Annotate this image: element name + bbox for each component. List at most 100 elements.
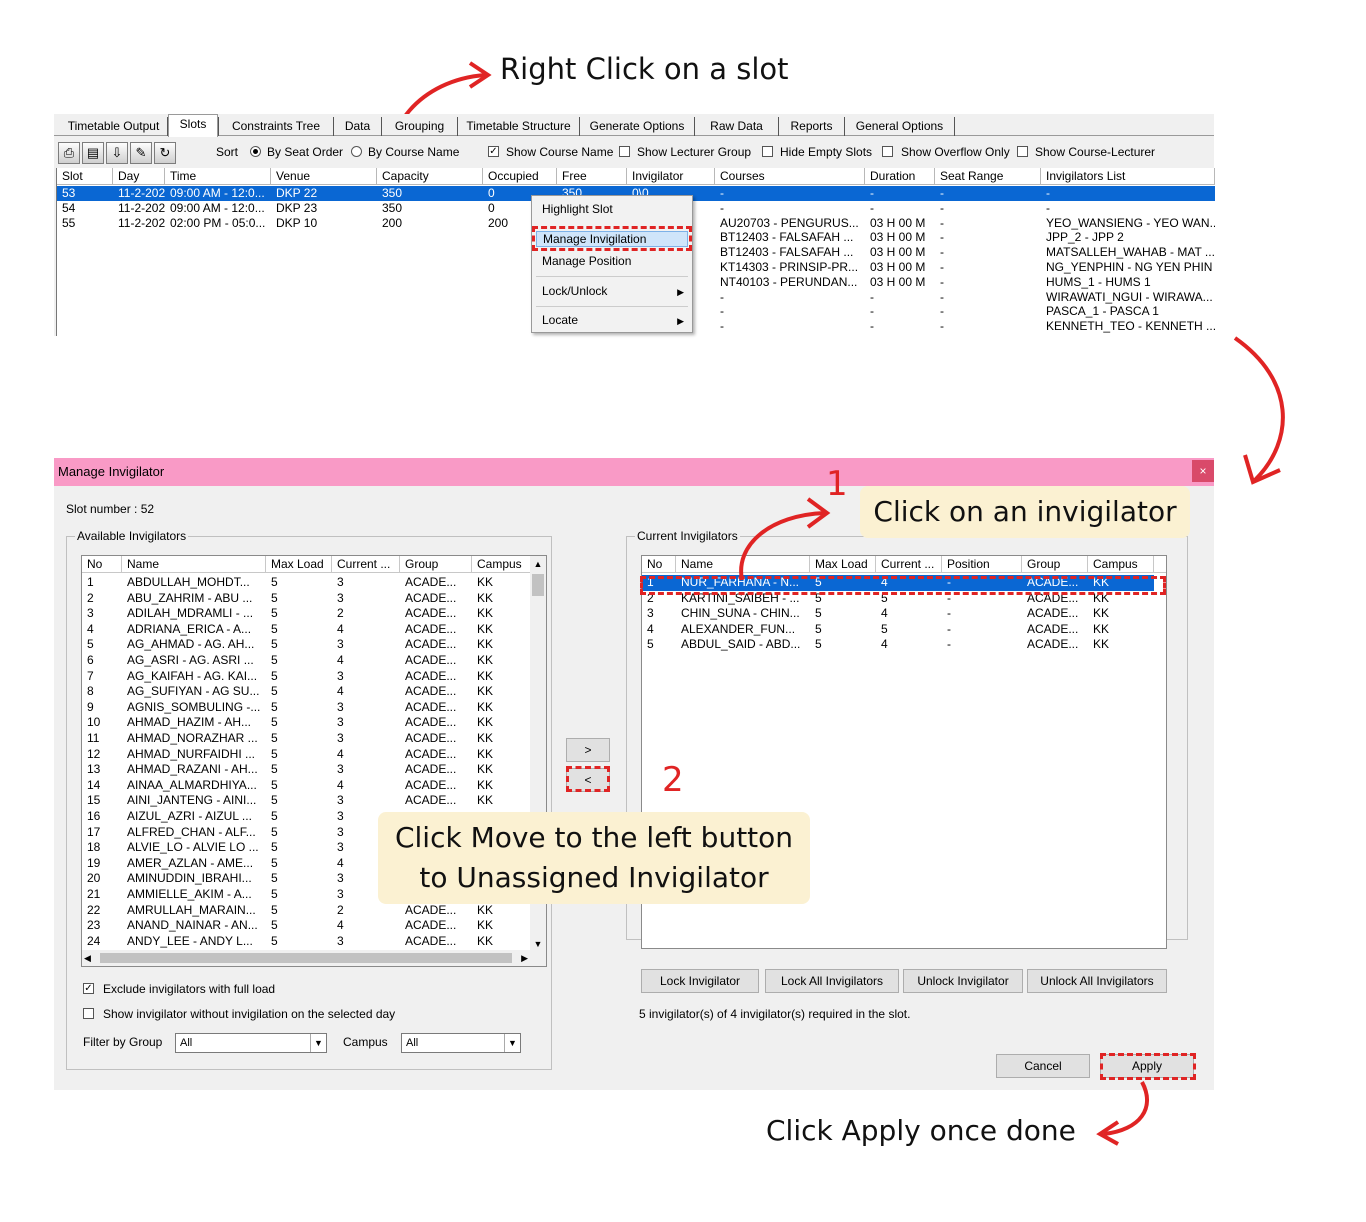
tab-slots[interactable]: Slots <box>168 114 218 137</box>
scroll-left-icon[interactable]: ◀ <box>84 950 91 966</box>
available-col-header[interactable]: Campus <box>472 556 532 573</box>
available-invigilator-row[interactable]: 2 ABU_ZAHRIM - ABU ... 5 3 ACADE... KK <box>82 591 532 607</box>
available-cell: 3 <box>87 606 94 621</box>
available-invigilator-row[interactable]: 24 ANDY_LEE - ANDY L... 5 3 ACADE... KK <box>82 934 532 950</box>
refresh-icon[interactable]: ↻ <box>154 142 176 164</box>
available-invigilator-row[interactable]: 15 AINI_JANTENG - AINI... 5 3 ACADE... KK <box>82 793 532 809</box>
available-invigilator-row[interactable]: 5 AG_AHMAD - AG. AH... 5 3 ACADE... KK <box>82 637 532 653</box>
available-invigilator-row[interactable]: 3 ADILAH_MDRAMLI - ... 5 2 ACADE... KK <box>82 606 532 622</box>
current-col-header[interactable]: No <box>642 556 676 573</box>
group-filter-select[interactable]: All ▼ <box>175 1033 327 1053</box>
scroll-thumb[interactable] <box>532 574 544 596</box>
current-col-header[interactable]: Current ... <box>876 556 942 573</box>
print-preview-icon[interactable]: ▤ <box>82 142 104 164</box>
available-col-header[interactable]: Max Load <box>266 556 332 573</box>
tab-raw-data[interactable]: Raw Data <box>695 117 779 136</box>
menu-item-locate[interactable]: Locate <box>542 313 578 327</box>
available-cell: 21 <box>87 887 101 901</box>
slots-col-header[interactable]: Invigilator <box>627 168 715 185</box>
tab-general-options[interactable]: General Options <box>845 117 955 136</box>
scroll-thumb-horizontal[interactable] <box>100 953 512 963</box>
tab-data[interactable]: Data <box>334 117 382 136</box>
slots-col-header[interactable]: Invigilators List <box>1041 168 1215 185</box>
available-invigilator-row[interactable]: 8 AG_SUFIYAN - AG SU... 5 4 ACADE... KK <box>82 684 532 700</box>
menu-item-lock-unlock[interactable]: Lock/Unlock <box>542 284 607 298</box>
available-invigilator-row[interactable]: 9 AGNIS_SOMBULING -... 5 3 ACADE... KK <box>82 700 532 716</box>
current-col-header[interactable]: Campus <box>1088 556 1154 573</box>
available-cell: 18 <box>87 840 101 855</box>
tab-generate-options[interactable]: Generate Options <box>580 117 695 136</box>
campus-filter-select[interactable]: All ▼ <box>401 1033 521 1053</box>
available-cell: 3 <box>337 762 344 777</box>
close-icon[interactable]: × <box>1192 460 1214 482</box>
available-col-header[interactable]: Current ... <box>332 556 400 573</box>
slots-col-header[interactable]: Duration <box>865 168 935 185</box>
sort-by-course-name-radio[interactable] <box>351 146 362 157</box>
menu-item-manage-position[interactable]: Manage Position <box>542 254 631 268</box>
tab-constraints-tree[interactable]: Constraints Tree <box>218 117 334 136</box>
current-invigilator-row[interactable]: 3 CHIN_SUNA - CHIN... 5 4 - ACADE... KK <box>642 606 1154 622</box>
slots-col-header[interactable]: Seat Range <box>935 168 1041 185</box>
print-icon[interactable]: ⎙ <box>58 142 80 164</box>
unlock-invigilator-button[interactable]: Unlock Invigilator <box>903 969 1023 993</box>
show-overflow-only-checkbox[interactable] <box>882 146 893 157</box>
cancel-button[interactable]: Cancel <box>996 1054 1090 1078</box>
slots-col-header[interactable]: Venue <box>271 168 377 185</box>
available-invigilator-row[interactable]: 13 AHMAD_RAZANI - AH... 5 3 ACADE... KK <box>82 762 532 778</box>
available-invigilator-row[interactable]: 22 AMRULLAH_MARAIN... 5 2 ACADE... KK <box>82 903 532 919</box>
sort-by-seat-order-radio[interactable] <box>250 146 261 157</box>
edit-pen-icon[interactable]: ✎ <box>130 142 152 164</box>
slots-col-header[interactable]: Courses <box>715 168 865 185</box>
exclude-full-load-checkbox[interactable]: ✓ <box>83 983 94 994</box>
hide-empty-slots-checkbox[interactable] <box>762 146 773 157</box>
tab-reports[interactable]: Reports <box>779 117 845 136</box>
horizontal-scrollbar[interactable]: ◀ ▶ <box>82 950 546 966</box>
available-cell: 3 <box>337 699 344 714</box>
available-col-header[interactable]: No <box>82 556 122 573</box>
available-invigilator-row[interactable]: 14 AINAA_ALMARDHIYA... 5 4 ACADE... KK <box>82 778 532 794</box>
show-without-invigilation-checkbox[interactable] <box>83 1008 94 1019</box>
export-icon[interactable]: ⇩ <box>106 142 128 164</box>
slots-col-header[interactable]: Day <box>113 168 165 185</box>
tab-timetable-output[interactable]: Timetable Output <box>60 117 168 136</box>
available-cell: 5 <box>271 871 278 886</box>
slots-col-header[interactable]: Occupied <box>483 168 557 185</box>
current-invigilator-row[interactable]: 4 ALEXANDER_FUN... 5 5 - ACADE... KK <box>642 622 1154 638</box>
slots-col-header[interactable]: Time <box>165 168 271 185</box>
available-cell: 3 <box>337 715 344 730</box>
available-invigilator-row[interactable]: 10 AHMAD_HAZIM - AH... 5 3 ACADE... KK <box>82 715 532 731</box>
slot-cell <box>165 260 271 275</box>
scroll-right-icon[interactable]: ▶ <box>521 950 528 966</box>
available-col-header[interactable]: Group <box>400 556 472 573</box>
available-invigilator-row[interactable]: 11 AHMAD_NORAZHAR ... 5 3 ACADE... KK <box>82 731 532 747</box>
show-lecturer-group-checkbox[interactable] <box>619 146 630 157</box>
slots-col-header[interactable]: Capacity <box>377 168 483 185</box>
show-course-name-checkbox[interactable]: ✓ <box>488 146 499 157</box>
lock-invigilator-button[interactable]: Lock Invigilator <box>641 969 759 993</box>
available-invigilator-row[interactable]: 7 AG_KAIFAH - AG. KAI... 5 3 ACADE... KK <box>82 669 532 685</box>
tab-timetable-structure[interactable]: Timetable Structure <box>458 117 580 136</box>
slots-col-header[interactable]: Slot <box>57 168 113 185</box>
available-invigilator-row[interactable]: 12 AHMAD_NURFAIDHI ... 5 4 ACADE... KK <box>82 747 532 763</box>
scroll-up-icon[interactable]: ▲ <box>530 556 546 572</box>
available-invigilator-row[interactable]: 23 ANAND_NAINAR - AN... 5 4 ACADE... KK <box>82 918 532 934</box>
available-cell: KK <box>477 762 494 777</box>
menu-item-highlight-slot[interactable]: Highlight Slot <box>542 202 613 216</box>
current-col-header[interactable]: Position <box>942 556 1022 573</box>
current-cell: ABDUL_SAID - ABD... <box>681 637 801 652</box>
available-cell: 5 <box>271 637 278 652</box>
show-course-lecturer-checkbox[interactable] <box>1017 146 1028 157</box>
current-col-header[interactable]: Group <box>1022 556 1088 573</box>
tab-grouping[interactable]: Grouping <box>382 117 458 136</box>
move-right-button[interactable]: > <box>566 738 610 762</box>
available-invigilator-row[interactable]: 1 ABDULLAH_MOHDT... 5 3 ACADE... KK <box>82 575 532 591</box>
available-cell: AHMAD_RAZANI - AH... <box>127 762 258 777</box>
current-invigilator-row[interactable]: 5 ABDUL_SAID - ABD... 5 4 - ACADE... KK <box>642 637 1154 653</box>
available-invigilators-list[interactable]: No Name Max Load Current ... Group Campus ▲ ▼… <box>81 555 547 967</box>
unlock-all-invigilators-button[interactable]: Unlock All Invigilators <box>1027 969 1167 993</box>
available-invigilator-row[interactable]: 4 ADRIANA_ERICA - A... 5 4 ACADE... KK <box>82 622 532 638</box>
available-invigilator-row[interactable]: 6 AG_ASRI - AG. ASRI ... 5 4 ACADE... KK <box>82 653 532 669</box>
slots-col-header[interactable]: Free <box>557 168 627 185</box>
lock-all-invigilators-button[interactable]: Lock All Invigilators <box>765 969 899 993</box>
available-col-header[interactable]: Name <box>122 556 266 573</box>
